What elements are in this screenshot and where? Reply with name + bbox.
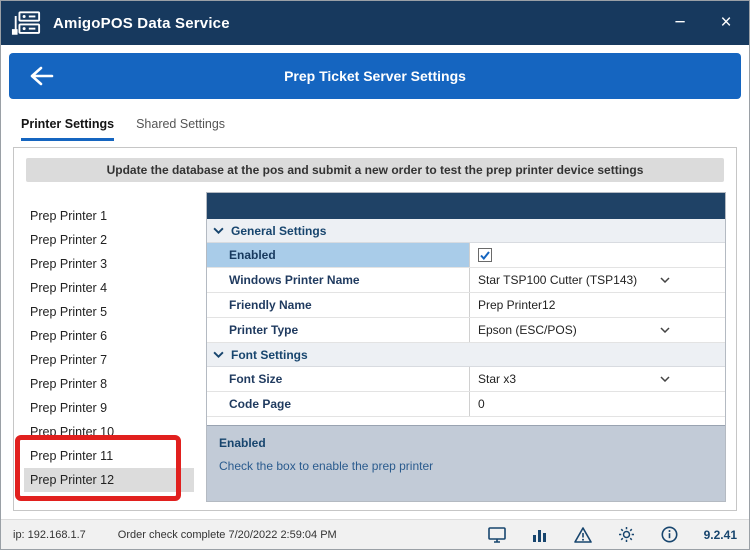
row-windows-printer-name[interactable]: Windows Printer Name Star TSP100 Cutter … [207, 268, 725, 293]
printer-list-item[interactable]: Prep Printer 5 [24, 300, 194, 324]
ip-address: ip: 192.168.1.7 [13, 529, 86, 541]
row-enabled[interactable]: Enabled [207, 243, 725, 268]
version-label: 9.2.41 [704, 528, 737, 542]
row-label: Font Size [207, 367, 469, 391]
dropdown-value: Star TSP100 Cutter (TSP143) [478, 273, 637, 287]
back-button[interactable] [29, 65, 55, 87]
status-message: Order check complete 7/20/2022 2:59:04 P… [118, 529, 337, 541]
printer-list-item[interactable]: Prep Printer 4 [24, 276, 194, 300]
printer-list-item[interactable]: Prep Printer 11 [24, 444, 194, 468]
printer-list: Prep Printer 1 Prep Printer 2 Prep Print… [24, 192, 194, 502]
enabled-checkbox[interactable] [478, 248, 492, 262]
info-icon[interactable] [661, 526, 678, 543]
check-icon [480, 251, 490, 260]
chevron-down-icon [213, 351, 224, 358]
info-banner: Update the database at the pos and submi… [26, 158, 724, 182]
display-icon[interactable] [488, 527, 506, 543]
row-label: Friendly Name [207, 293, 469, 317]
printer-list-item[interactable]: Prep Printer 2 [24, 228, 194, 252]
row-label: Printer Type [207, 318, 469, 342]
status-bar: ip: 192.168.1.7 Order check complete 7/2… [1, 519, 749, 549]
printer-type-dropdown[interactable]: Epson (ESC/POS) [478, 323, 670, 337]
chart-icon[interactable] [532, 527, 548, 542]
windows-printer-name-dropdown[interactable]: Star TSP100 Cutter (TSP143) [478, 273, 670, 287]
chevron-down-icon [660, 277, 670, 283]
tab-shared-settings[interactable]: Shared Settings [136, 117, 225, 141]
printer-list-item[interactable]: Prep Printer 8 [24, 372, 194, 396]
content-panel: Update the database at the pos and submi… [13, 147, 737, 511]
app-icon [11, 10, 41, 37]
friendly-name-field[interactable]: Prep Printer12 [478, 298, 555, 312]
back-arrow-icon [29, 65, 55, 87]
property-description-panel: Enabled Check the box to enable the prep… [207, 425, 725, 501]
page-header: Prep Ticket Server Settings [9, 53, 741, 99]
description-title: Enabled [219, 436, 713, 450]
chevron-down-icon [660, 327, 670, 333]
section-title: Font Settings [231, 348, 308, 362]
printer-list-item-selected[interactable]: Prep Printer 12 [24, 468, 194, 492]
printer-list-item[interactable]: Prep Printer 9 [24, 396, 194, 420]
row-label: Code Page [207, 392, 469, 416]
row-label: Enabled [207, 243, 469, 267]
window-title: AmigoPOS Data Service [53, 15, 230, 32]
dropdown-value: Epson (ESC/POS) [478, 323, 577, 337]
printer-list-item[interactable]: Prep Printer 7 [24, 348, 194, 372]
page-title: Prep Ticket Server Settings [9, 68, 741, 84]
row-font-size[interactable]: Font Size Star x3 [207, 367, 725, 392]
printer-list-item[interactable]: Prep Printer 3 [24, 252, 194, 276]
printer-list-item[interactable]: Prep Printer 10 [24, 420, 194, 444]
font-size-dropdown[interactable]: Star x3 [478, 372, 670, 386]
description-text: Check the box to enable the prep printer [219, 459, 713, 473]
row-friendly-name[interactable]: Friendly Name Prep Printer12 [207, 293, 725, 318]
tab-bar: Printer Settings Shared Settings [1, 107, 749, 141]
minimize-button[interactable]: − [657, 1, 703, 45]
code-page-field[interactable]: 0 [478, 397, 485, 411]
printer-list-item[interactable]: Prep Printer 6 [24, 324, 194, 348]
section-general-settings[interactable]: General Settings [207, 219, 725, 243]
chevron-down-icon [213, 227, 224, 234]
printer-list-item[interactable]: Prep Printer 1 [24, 204, 194, 228]
tab-printer-settings[interactable]: Printer Settings [21, 117, 114, 141]
row-label: Windows Printer Name [207, 268, 469, 292]
row-code-page[interactable]: Code Page 0 [207, 392, 725, 417]
property-grid-header [207, 193, 725, 219]
row-printer-type[interactable]: Printer Type Epson (ESC/POS) [207, 318, 725, 343]
gear-icon[interactable] [618, 526, 635, 543]
chevron-down-icon [660, 376, 670, 382]
warning-icon[interactable] [574, 527, 592, 543]
section-font-settings[interactable]: Font Settings [207, 343, 725, 367]
close-button[interactable]: × [703, 1, 749, 45]
titlebar: AmigoPOS Data Service − × [1, 1, 749, 45]
section-title: General Settings [231, 224, 326, 238]
dropdown-value: Star x3 [478, 372, 516, 386]
property-grid: General Settings Enabled Windows Printer… [206, 192, 726, 502]
